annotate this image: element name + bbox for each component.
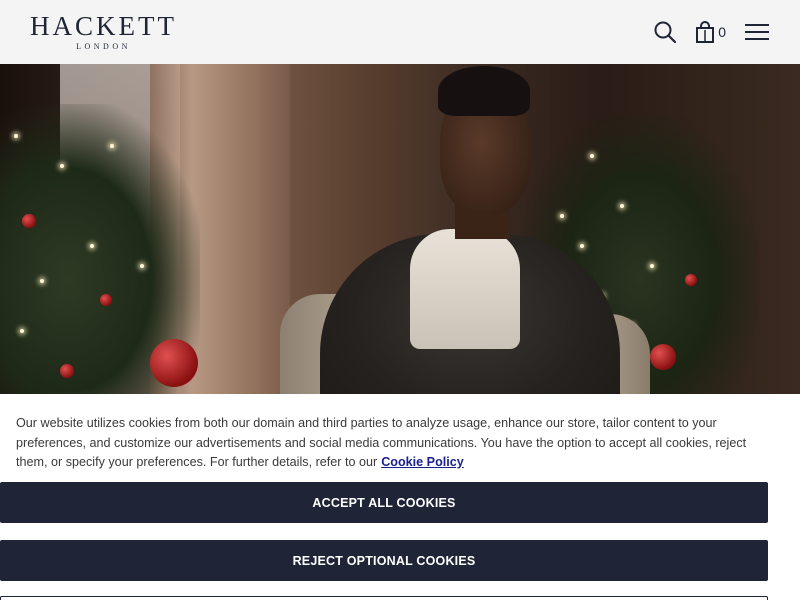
fairy-light xyxy=(14,134,18,138)
fairy-light xyxy=(40,279,44,283)
search-icon xyxy=(654,21,677,44)
fairy-light xyxy=(140,264,144,268)
site-header: HACKETT LONDON 0 xyxy=(0,0,800,64)
hero-video[interactable] xyxy=(0,64,800,394)
fairy-light xyxy=(90,244,94,248)
person-rollneck xyxy=(410,229,520,349)
menu-button[interactable] xyxy=(744,22,770,42)
fairy-light xyxy=(60,164,64,168)
fairy-light xyxy=(620,204,624,208)
logo-subtitle: LONDON xyxy=(76,42,131,51)
ornament xyxy=(685,274,697,286)
fairy-light xyxy=(110,144,114,148)
ornament xyxy=(150,339,198,387)
cookie-policy-link[interactable]: Cookie Policy xyxy=(381,455,464,469)
fairy-light xyxy=(650,264,654,268)
ornament xyxy=(60,364,74,378)
person-hair xyxy=(438,66,530,116)
cookie-message: Our website utilizes cookies from both o… xyxy=(16,414,756,473)
ornament xyxy=(650,344,676,370)
header-actions: 0 xyxy=(653,20,770,44)
fairy-light xyxy=(560,214,564,218)
page: HACKETT LONDON 0 Our website utilizes co… xyxy=(0,0,800,600)
ornament xyxy=(22,214,36,228)
shopping-bag-icon xyxy=(696,21,715,43)
fairy-light xyxy=(580,244,584,248)
fairy-light xyxy=(20,329,24,333)
fairy-light xyxy=(590,154,594,158)
cart-count: 0 xyxy=(718,24,726,40)
cart-button[interactable]: 0 xyxy=(695,21,726,43)
cookie-banner: Our website utilizes cookies from both o… xyxy=(0,394,800,600)
cookie-preferences-button[interactable] xyxy=(0,596,768,600)
accept-all-cookies-button[interactable]: ACCEPT ALL COOKIES xyxy=(0,482,768,523)
search-button[interactable] xyxy=(653,20,677,44)
reject-optional-cookies-button[interactable]: REJECT OPTIONAL COOKIES xyxy=(0,540,768,581)
logo-wordmark: HACKETT xyxy=(30,11,177,41)
hamburger-menu-icon xyxy=(745,24,769,40)
ornament xyxy=(100,294,112,306)
hackett-logo[interactable]: HACKETT LONDON xyxy=(30,13,177,51)
